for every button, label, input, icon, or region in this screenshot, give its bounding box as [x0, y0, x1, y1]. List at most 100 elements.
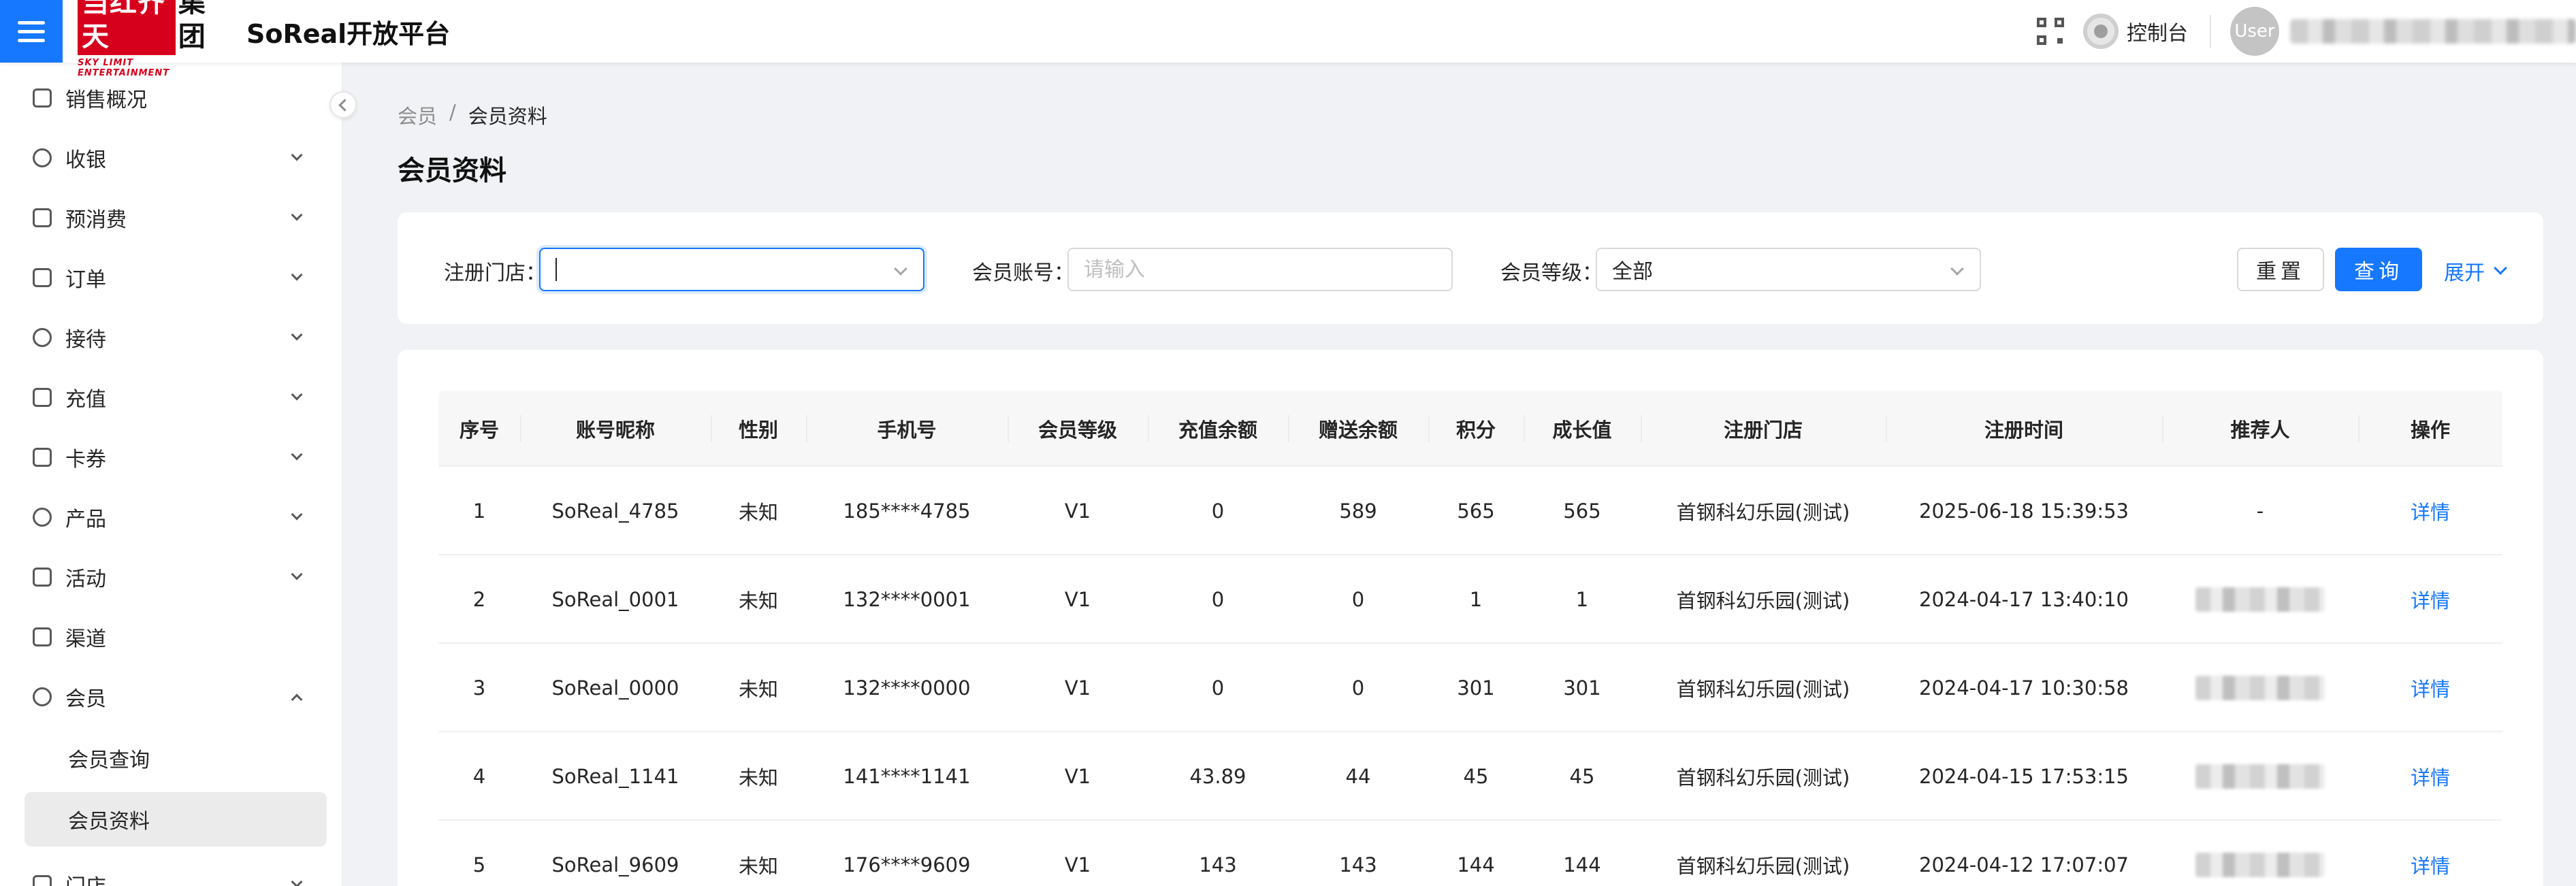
- sidebar-item-orders[interactable]: 订单: [0, 248, 343, 308]
- logo-subtitle: SKY LIMIT ENTERTAINMENT: [78, 58, 170, 78]
- sidebar-item-members[interactable]: 会员: [0, 667, 343, 727]
- cell-gift-balance: 0: [1351, 676, 1365, 700]
- cell-points: 144: [1457, 853, 1495, 876]
- cell-gender: 未知: [738, 501, 778, 524]
- cell-register-time: 2024-04-17 13:40:10: [1919, 588, 2129, 611]
- app-title: SoReal开放平台: [246, 18, 451, 49]
- cell-gift-balance: 44: [1345, 765, 1371, 788]
- sidebar-item-label: 活动: [65, 568, 106, 591]
- yuan-icon: [33, 388, 52, 407]
- card-icon: [33, 448, 52, 467]
- column-header: 操作: [2410, 419, 2450, 442]
- expand-toggle[interactable]: 展开: [2444, 256, 2507, 286]
- sidebar-item-channels[interactable]: 渠道: [0, 607, 343, 667]
- level-filter-label: 会员等级：: [1500, 261, 1603, 285]
- account-filter-label: 会员账号：: [972, 261, 1074, 285]
- store-icon: [33, 875, 52, 886]
- member-table-card: 序号 账号昵称 性别 手机号 会员等级 充值余额 赠送余额 积分 成长值 注册门…: [398, 350, 2543, 886]
- column-header: 推荐人: [2230, 419, 2290, 442]
- reset-button[interactable]: 重置: [2237, 248, 2324, 291]
- chevron-down-icon: [291, 876, 303, 886]
- chevron-down-icon: [291, 329, 303, 341]
- column-header: 注册门店: [1723, 419, 1803, 442]
- cell-growth: 1: [1575, 588, 1589, 611]
- sidebar-subitem-member-profile[interactable]: 会员资料: [25, 792, 327, 847]
- breadcrumb: 会员 / 会员资料: [398, 101, 547, 129]
- level-select[interactable]: 全部: [1596, 248, 1981, 291]
- cell-nickname: SoReal_0001: [551, 588, 679, 611]
- table-header: 序号 账号昵称 性别 手机号 会员等级 充值余额 赠送余额 积分 成长值 注册门…: [438, 391, 2502, 467]
- cell-phone: 132****0001: [843, 588, 971, 611]
- column-header: 充值余额: [1178, 419, 1257, 442]
- sidebar-subitem-member-query[interactable]: 会员查询: [25, 731, 327, 785]
- referrer-redacted: [2195, 764, 2325, 789]
- cell-register-time: 2024-04-15 17:53:15: [1919, 765, 2129, 788]
- sidebar-item-coupons[interactable]: 卡券: [0, 427, 343, 487]
- sidebar-item-pre-consumption[interactable]: 预消费: [0, 188, 343, 248]
- sidebar-item-label: 渠道: [65, 627, 106, 651]
- cell-referrer: [2162, 821, 2358, 886]
- sidebar-item-label: 卡券: [65, 448, 106, 472]
- sidebar-item-label: 销售概况: [65, 88, 147, 112]
- chevron-down-icon: [291, 389, 303, 401]
- cell-points: 301: [1457, 676, 1495, 700]
- sidebar-item-label: 门店: [65, 870, 106, 886]
- query-button[interactable]: 查询: [2335, 248, 2422, 291]
- sidebar-item-stores[interactable]: 门店: [0, 855, 343, 886]
- cell-referrer: [2162, 644, 2358, 732]
- activity-icon: [33, 568, 52, 587]
- detail-link[interactable]: 详情: [2358, 732, 2502, 821]
- avatar[interactable]: User: [2230, 7, 2279, 56]
- filter-panel: 注册门店： 会员账号： 会员等级： 全部 重置 查询 展开: [398, 212, 2543, 324]
- column-header: 账号昵称: [575, 419, 655, 442]
- sidebar-item-label: 充值: [65, 388, 106, 412]
- cell-referrer: [2162, 555, 2358, 644]
- referrer-redacted: [2195, 587, 2325, 612]
- console-icon[interactable]: [2083, 14, 2119, 49]
- detail-link[interactable]: 详情: [2358, 467, 2502, 555]
- header-divider: [2210, 15, 2211, 48]
- account-field-box[interactable]: [1067, 248, 1453, 291]
- referrer-redacted: [2195, 676, 2325, 700]
- column-header: 手机号: [877, 419, 937, 442]
- account-input[interactable]: [1084, 257, 1451, 282]
- table-row: 4 SoReal_1141 未知 141****1141 V1 43.89 44…: [438, 732, 2502, 821]
- cell-recharge-balance: 0: [1211, 588, 1225, 611]
- chevron-up-icon: [291, 693, 303, 706]
- cell-phone: 132****0000: [843, 676, 971, 700]
- console-link[interactable]: 控制台: [2127, 16, 2188, 46]
- sidebar-item-reception[interactable]: 接待: [0, 308, 343, 367]
- chevron-down-icon: [291, 508, 303, 521]
- sidebar-item-activities[interactable]: 活动: [0, 547, 343, 607]
- cell-level: V1: [1064, 765, 1091, 788]
- detail-link[interactable]: 详情: [2358, 821, 2502, 886]
- cell-growth: 144: [1563, 853, 1601, 876]
- cell-gender: 未知: [738, 855, 778, 878]
- sidebar-item-products[interactable]: 产品: [0, 487, 343, 547]
- qr-code-icon[interactable]: [2037, 18, 2064, 45]
- company-logo: 当红齐天 集团 SKY LIMIT ENTERTAINMENT: [78, 0, 222, 78]
- cell-index: 4: [472, 765, 486, 788]
- store-select[interactable]: [539, 248, 924, 291]
- chevron-down-icon: [291, 149, 303, 161]
- column-header: 性别: [738, 419, 778, 442]
- detail-link[interactable]: 详情: [2358, 644, 2502, 732]
- user-name-redacted[interactable]: [2290, 19, 2576, 44]
- sidebar-item-cashier[interactable]: 收银: [0, 128, 343, 188]
- sidebar-collapse-button[interactable]: [329, 91, 357, 118]
- breadcrumb-parent[interactable]: 会员: [398, 101, 437, 129]
- sidebar-item-recharge[interactable]: 充值: [0, 367, 343, 427]
- cell-recharge-balance: 143: [1199, 853, 1237, 876]
- table-row: 1 SoReal_4785 未知 185****4785 V1 0 589 56…: [438, 467, 2502, 555]
- cell-level: V1: [1064, 499, 1091, 523]
- dashboard-icon: [33, 88, 52, 108]
- chevron-down-icon: [291, 568, 303, 580]
- menu-toggle-button[interactable]: [0, 0, 63, 63]
- cell-store: 首钢科幻乐园(测试): [1676, 589, 1850, 612]
- chevron-down-icon: [894, 262, 907, 276]
- detail-link[interactable]: 详情: [2358, 555, 2502, 644]
- cell-gift-balance: 143: [1339, 853, 1377, 876]
- shield-icon: [33, 148, 52, 167]
- table-row: 3 SoReal_0000 未知 132****0000 V1 0 0 301 …: [438, 644, 2502, 732]
- breadcrumb-separator: /: [449, 101, 456, 124]
